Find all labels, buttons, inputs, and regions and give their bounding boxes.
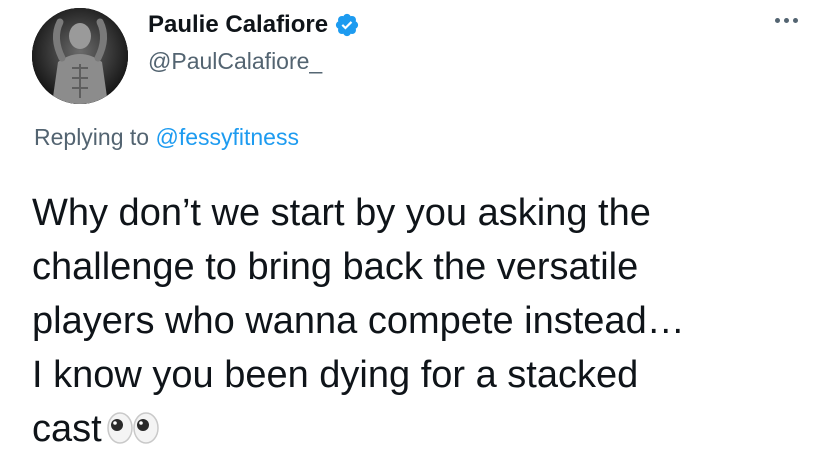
dot [792,17,798,23]
author-name-row: Paulie Calafiore [148,8,360,42]
dot [774,17,780,23]
replying-to-label: Replying to [34,124,150,150]
avatar-photo [32,8,128,104]
verified-badge-icon [334,12,360,38]
eyes-emoji-icon [106,406,162,460]
more-options-icon[interactable] [768,6,804,34]
author-handle[interactable]: @PaulCalafiore_ [148,48,322,75]
author-display-name[interactable]: Paulie Calafiore [148,11,328,39]
replying-to-line: Replying to @fessyfitness [34,124,299,151]
tweet-text: Why don’t we start by you asking the cha… [32,186,802,460]
reply-mention-link[interactable]: @fessyfitness [155,124,299,150]
dot [783,17,789,23]
avatar[interactable] [32,8,128,104]
